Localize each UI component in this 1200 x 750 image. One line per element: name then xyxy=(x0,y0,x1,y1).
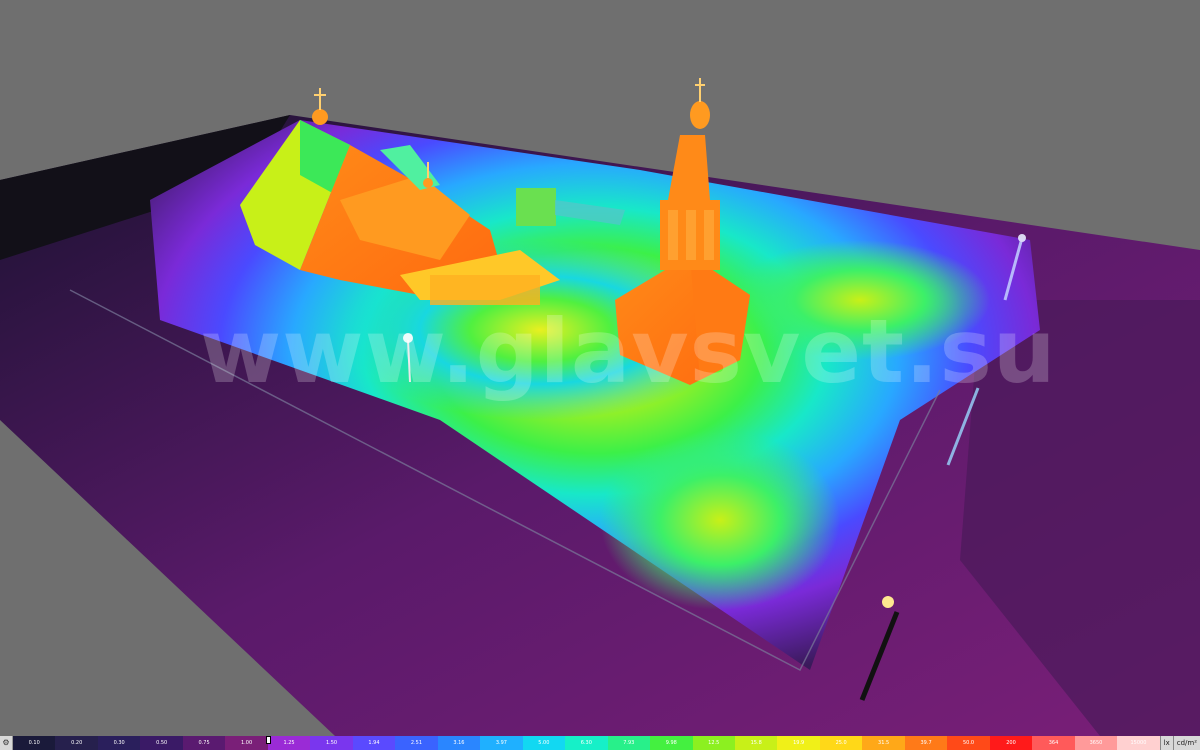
legend-step: 3.16 xyxy=(437,736,481,750)
legend-step: 6.30 xyxy=(565,736,608,750)
legend-step: 0.50 xyxy=(140,736,183,750)
legend-step: 19.9 xyxy=(777,736,820,750)
legend-step: 50.0 xyxy=(947,736,990,750)
legend-step: 15000 xyxy=(1117,736,1160,750)
legend-step: 31.5 xyxy=(862,736,905,750)
legend-step: 9.98 xyxy=(650,736,693,750)
legend-step: 3.97 xyxy=(480,736,523,750)
legend-step: 39.7 xyxy=(904,736,948,750)
legend-step: 1.25 xyxy=(267,736,311,750)
unit-luminance-button[interactable]: cd/m² xyxy=(1172,736,1200,750)
small-shed xyxy=(516,188,556,226)
legend-step: 15.8 xyxy=(734,736,778,750)
legend-step: 364 xyxy=(1032,736,1075,750)
legend-step: 7.93 xyxy=(607,736,651,750)
scale-marker-handle[interactable] xyxy=(265,736,271,744)
legend-step: 1.00 xyxy=(225,736,268,750)
settings-icon[interactable]: ⚙ xyxy=(0,736,13,750)
unit-lux-button[interactable]: lx xyxy=(1159,736,1173,750)
legend-step: 3650 xyxy=(1074,736,1118,750)
legend-step: 0.10 xyxy=(13,736,56,750)
false-color-scale[interactable]: 0.10 0.20 0.30 0.50 0.75 1.00 1.25 1.50 1.94 2.51… xyxy=(13,736,1160,750)
legend-step: 2.51 xyxy=(395,736,438,750)
legend-step: 1.50 xyxy=(310,736,353,750)
scene-viewport[interactable]: www.glavsvet.su xyxy=(0,0,1200,736)
legend-step: 12.5 xyxy=(692,736,735,750)
illuminance-render xyxy=(0,78,1200,736)
legend-step: 5.00 xyxy=(522,736,566,750)
legend-step: 25.0 xyxy=(819,736,863,750)
legend-step: 0.20 xyxy=(55,736,98,750)
legend-step: 1.94 xyxy=(352,736,396,750)
illuminance-legend: ⚙ 0.10 0.20 0.30 0.50 0.75 1.00 1.25 1.50 1.94 2.… xyxy=(0,736,1200,750)
hotspot-south xyxy=(600,430,840,610)
hotspot-east xyxy=(730,240,990,360)
legend-step: 200 xyxy=(989,736,1033,750)
legend-step: 0.75 xyxy=(182,736,226,750)
legend-step: 0.30 xyxy=(97,736,141,750)
